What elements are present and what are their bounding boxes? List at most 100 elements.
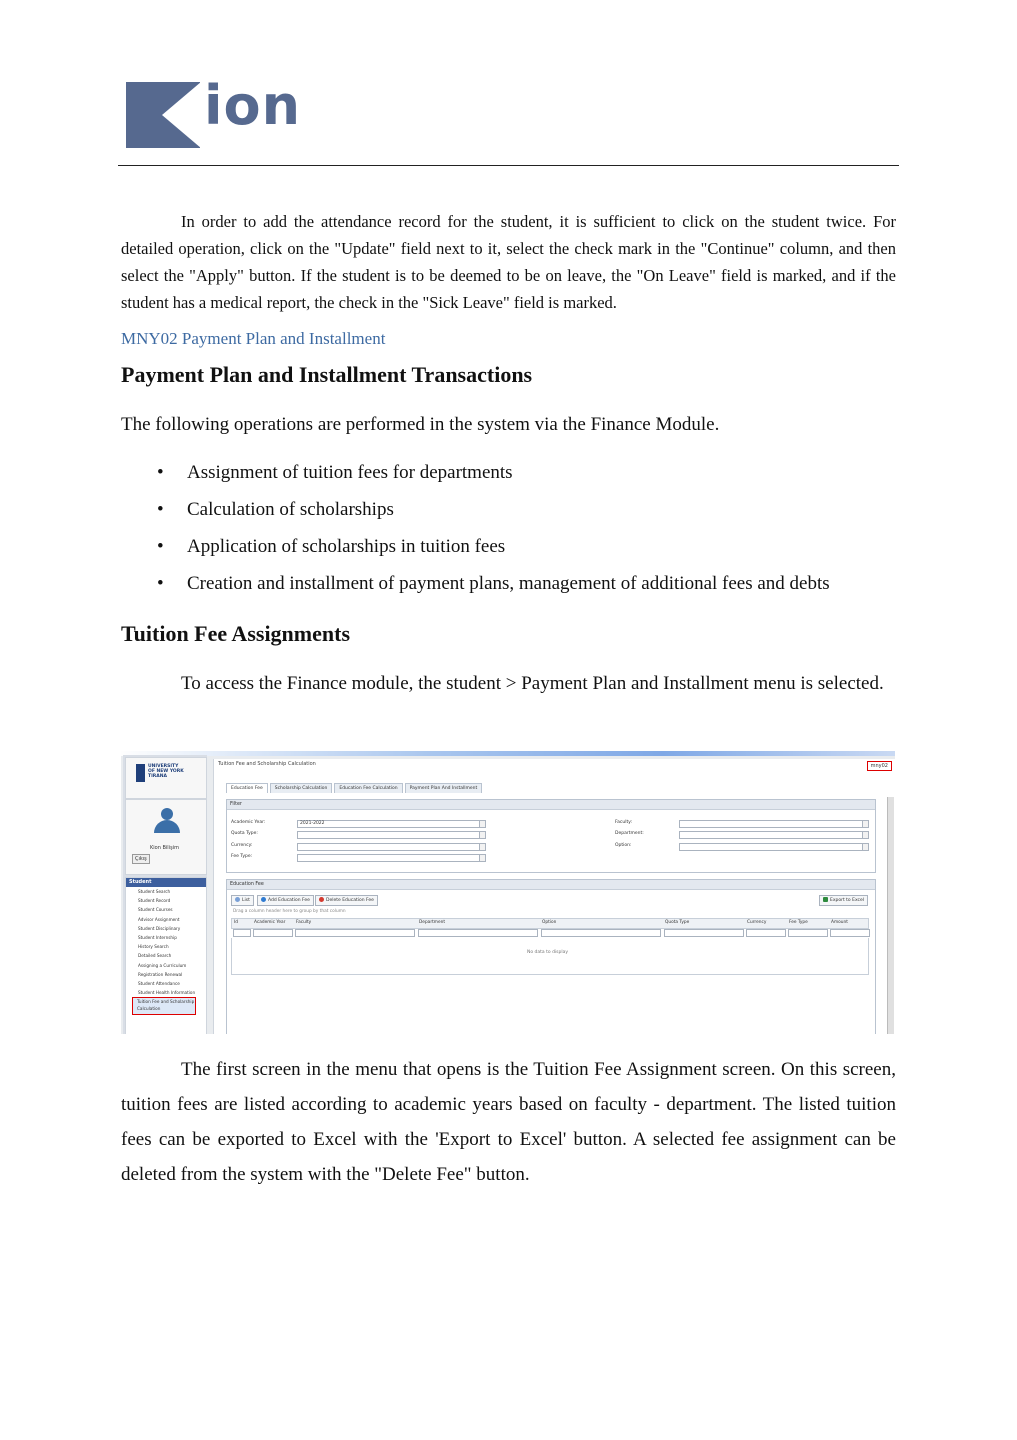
menu-item[interactable]: Student Courses [126,905,206,914]
label-quota-type: Quota Type: [231,831,258,836]
list-item: Application of scholarships in tuition f… [121,533,830,570]
menu-item[interactable]: Student Disciplinary [126,924,206,933]
filter-cell[interactable] [664,929,744,937]
menu-item-selected[interactable]: Tuition Fee and Scholarship Calculation [132,997,196,1016]
search-icon [235,897,240,902]
user-profile: Kion Bilişim Çıkış [125,799,207,875]
chevron-down-icon[interactable] [862,832,868,838]
chevron-down-icon[interactable] [479,844,485,850]
menu-item[interactable]: Advisor Assignment [126,915,206,924]
column-fee-type[interactable]: Fee Type [787,919,808,927]
heading-payment-plan: Payment Plan and Installment Transaction… [121,362,533,387]
filter-cell[interactable] [541,929,661,937]
label-faculty: Faculty: [615,820,633,825]
column-faculty[interactable]: Faculty [294,919,311,927]
section-label: MNY02 Payment Plan and Installment [121,329,386,348]
export-excel-button[interactable]: Export to Excel [819,895,869,906]
paragraph-finance-module: The following operations are performed i… [121,414,720,435]
column-option[interactable]: Option [540,919,556,927]
chevron-down-icon[interactable] [862,821,868,827]
column-amount[interactable]: Amount [829,919,848,927]
menu-item[interactable]: Assigning a Curriculum [126,961,206,970]
label-academic-year: Academic Year: [231,820,266,825]
filter-panel: Filter Academic Year: Quota Type: Curren… [226,799,876,873]
filter-title: Filter [227,800,875,810]
menu-item[interactable]: Student Record [126,896,206,905]
label-department: Department: [615,831,644,836]
menu-item[interactable]: Student Internship [126,933,206,942]
column-quota-type[interactable]: Quota Type [663,919,689,927]
quota-type-select[interactable] [297,831,486,839]
tab-scholarship-calculation[interactable]: Scholarship Calculation [269,783,333,793]
group-by-hint: Drag a column header here to group by th… [233,909,346,914]
chevron-down-icon[interactable] [479,855,485,861]
window-title: Tuition Fee and Scholarship Calculation [218,761,316,767]
vertical-scrollbar[interactable] [887,797,894,1034]
menu-item[interactable]: Student Search [126,887,206,896]
column-department[interactable]: Department [417,919,445,927]
screen-code-badge: mny02 [866,761,892,771]
option-select[interactable] [679,843,869,851]
department-select[interactable] [679,831,869,839]
excel-icon [823,897,828,902]
company-logo: ion [126,74,326,156]
student-menu: Student Student Search Student Record St… [125,877,207,1034]
university-logo: UNIVERSITY OF NEW YORK TIRANA [125,757,207,799]
chevron-down-icon[interactable] [862,844,868,850]
menu-item[interactable]: Student Health Information [126,988,206,997]
filter-cell[interactable] [746,929,786,937]
user-name: Kion Bilişim [150,845,179,851]
filter-cell[interactable] [233,929,251,937]
list-item: Calculation of scholarships [121,496,830,533]
label-currency: Currency: [231,843,253,848]
list-item: Assignment of tuition fees for departmen… [121,459,830,496]
operations-list: Assignment of tuition fees for departmen… [121,459,830,607]
tab-bar: Education Fee Scholarship Calculation Ed… [226,783,484,793]
app-sidebar: UNIVERSITY OF NEW YORK TIRANA Kion Biliş… [123,755,207,1034]
currency-select[interactable] [297,843,486,851]
logout-button[interactable]: Çıkış [132,854,150,864]
tab-education-fee[interactable]: Education Fee [226,783,268,793]
grid-header: Id Academic Year Faculty Department Opti… [231,918,869,929]
logo-wordmark: ion [204,74,302,137]
tuition-fee-screenshot: UNIVERSITY OF NEW YORK TIRANA Kion Biliş… [121,751,895,1034]
faculty-select[interactable] [679,820,869,828]
app-main: Tuition Fee and Scholarship Calculation … [213,759,895,1034]
column-id[interactable]: Id [232,919,238,927]
chevron-down-icon[interactable] [479,832,485,838]
fee-panel-title: Education Fee [227,880,875,890]
list-item: Creation and installment of payment plan… [121,570,830,607]
column-academic-year[interactable]: Academic Year [252,919,285,927]
header-divider [118,165,899,166]
grid-body [231,938,869,975]
paragraph-tuition-fee-screen: The first screen in the menu that opens … [121,1059,896,1185]
add-education-fee-button[interactable]: Add Education Fee [257,895,314,906]
intro-paragraph: In order to add the attendance record fo… [121,212,896,312]
label-option: Option: [615,843,632,848]
filter-cell[interactable] [788,929,828,937]
menu-header[interactable]: Student [126,878,206,887]
filter-cell[interactable] [418,929,538,937]
fee-type-select[interactable] [297,854,486,862]
tab-education-fee-calculation[interactable]: Education Fee Calculation [334,783,403,793]
label-fee-type: Fee Type: [231,854,253,859]
menu-item[interactable]: Detailed Search [126,951,206,960]
avatar [161,808,173,820]
education-fee-panel: Education Fee List Add Education Fee Del… [226,879,876,1034]
list-button[interactable]: List [231,895,254,906]
menu-item[interactable]: History Search [126,942,206,951]
paragraph-access-finance: To access the Finance module, the studen… [181,673,884,694]
delete-education-fee-button[interactable]: Delete Education Fee [315,895,378,906]
academic-year-select[interactable]: 2021-2022 [297,820,486,828]
menu-item[interactable]: Registration Renewal [126,970,206,979]
filter-cell[interactable] [830,929,870,937]
chevron-down-icon[interactable] [479,821,485,827]
filter-cell[interactable] [253,929,293,937]
delete-icon [319,897,324,902]
heading-tuition-fee-assignments: Tuition Fee Assignments [121,621,351,646]
tab-payment-plan[interactable]: Payment Plan And Installment [404,783,483,793]
menu-item[interactable]: Student Attendance [126,979,206,988]
filter-cell[interactable] [295,929,415,937]
add-icon [261,897,266,902]
column-currency[interactable]: Currency [745,919,766,927]
